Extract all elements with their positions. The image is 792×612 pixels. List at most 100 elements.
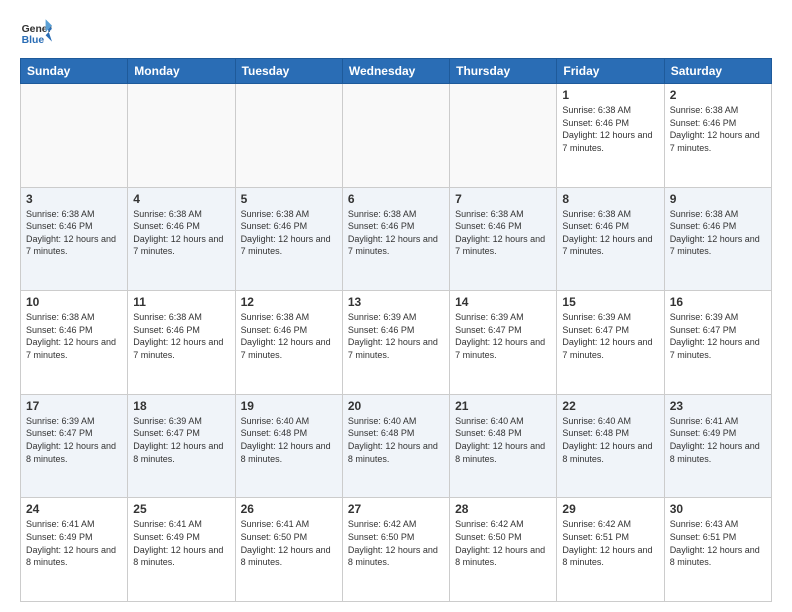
logo: General Blue [20, 16, 56, 48]
day-number: 23 [670, 399, 766, 413]
day-number: 29 [562, 502, 658, 516]
calendar-cell: 3 Sunrise: 6:38 AM Sunset: 6:46 PM Daylig… [21, 187, 128, 291]
day-number: 19 [241, 399, 337, 413]
day-number: 15 [562, 295, 658, 309]
calendar-header-tuesday: Tuesday [235, 59, 342, 84]
day-number: 8 [562, 192, 658, 206]
day-info: Sunrise: 6:38 AM Sunset: 6:46 PM Dayligh… [455, 208, 551, 258]
day-number: 20 [348, 399, 444, 413]
day-number: 17 [26, 399, 122, 413]
calendar-header-sunday: Sunday [21, 59, 128, 84]
calendar-week-4: 17 Sunrise: 6:39 AM Sunset: 6:47 PM Dayli… [21, 394, 772, 498]
calendar-cell: 30 Sunrise: 6:43 AM Sunset: 6:51 PM Dayli… [664, 498, 771, 602]
calendar-cell: 20 Sunrise: 6:40 AM Sunset: 6:48 PM Dayli… [342, 394, 449, 498]
day-info: Sunrise: 6:38 AM Sunset: 6:46 PM Dayligh… [670, 104, 766, 154]
day-info: Sunrise: 6:41 AM Sunset: 6:49 PM Dayligh… [26, 518, 122, 568]
day-info: Sunrise: 6:38 AM Sunset: 6:46 PM Dayligh… [348, 208, 444, 258]
header: General Blue [20, 16, 772, 48]
calendar-cell: 9 Sunrise: 6:38 AM Sunset: 6:46 PM Daylig… [664, 187, 771, 291]
day-number: 27 [348, 502, 444, 516]
day-number: 3 [26, 192, 122, 206]
day-number: 21 [455, 399, 551, 413]
day-info: Sunrise: 6:40 AM Sunset: 6:48 PM Dayligh… [455, 415, 551, 465]
day-info: Sunrise: 6:38 AM Sunset: 6:46 PM Dayligh… [670, 208, 766, 258]
calendar-cell: 8 Sunrise: 6:38 AM Sunset: 6:46 PM Daylig… [557, 187, 664, 291]
day-info: Sunrise: 6:39 AM Sunset: 6:47 PM Dayligh… [455, 311, 551, 361]
day-number: 26 [241, 502, 337, 516]
day-info: Sunrise: 6:38 AM Sunset: 6:46 PM Dayligh… [562, 208, 658, 258]
day-info: Sunrise: 6:40 AM Sunset: 6:48 PM Dayligh… [348, 415, 444, 465]
page: General Blue SundayMondayTuesdayWednesda… [0, 0, 792, 612]
calendar-cell: 26 Sunrise: 6:41 AM Sunset: 6:50 PM Dayli… [235, 498, 342, 602]
day-info: Sunrise: 6:39 AM Sunset: 6:47 PM Dayligh… [26, 415, 122, 465]
calendar-cell: 16Sunrise: 6:39 AM Sunset: 6:47 PM Dayli… [664, 291, 771, 395]
calendar-cell: 29 Sunrise: 6:42 AM Sunset: 6:51 PM Dayli… [557, 498, 664, 602]
day-info: Sunrise: 6:42 AM Sunset: 6:51 PM Dayligh… [562, 518, 658, 568]
calendar-cell [21, 84, 128, 188]
calendar-cell [450, 84, 557, 188]
day-info: Sunrise: 6:39 AM Sunset: 6:47 PM Dayligh… [562, 311, 658, 361]
day-number: 30 [670, 502, 766, 516]
day-info: Sunrise: 6:41 AM Sunset: 6:50 PM Dayligh… [241, 518, 337, 568]
calendar-cell: 7Sunrise: 6:38 AM Sunset: 6:46 PM Daylig… [450, 187, 557, 291]
day-number: 24 [26, 502, 122, 516]
logo-icon: General Blue [20, 16, 52, 48]
calendar-cell: 27 Sunrise: 6:42 AM Sunset: 6:50 PM Dayli… [342, 498, 449, 602]
calendar-header-saturday: Saturday [664, 59, 771, 84]
calendar-header-row: SundayMondayTuesdayWednesdayThursdayFrid… [21, 59, 772, 84]
day-number: 16 [670, 295, 766, 309]
calendar-cell: 19 Sunrise: 6:40 AM Sunset: 6:48 PM Dayli… [235, 394, 342, 498]
day-number: 4 [133, 192, 229, 206]
calendar-cell: 15 Sunrise: 6:39 AM Sunset: 6:47 PM Dayli… [557, 291, 664, 395]
calendar-header-wednesday: Wednesday [342, 59, 449, 84]
calendar-cell: 12 Sunrise: 6:38 AM Sunset: 6:46 PM Dayli… [235, 291, 342, 395]
calendar-cell: 1 Sunrise: 6:38 AM Sunset: 6:46 PM Daylig… [557, 84, 664, 188]
day-number: 1 [562, 88, 658, 102]
day-number: 2 [670, 88, 766, 102]
day-info: Sunrise: 6:41 AM Sunset: 6:49 PM Dayligh… [133, 518, 229, 568]
calendar-cell: 13Sunrise: 6:39 AM Sunset: 6:46 PM Dayli… [342, 291, 449, 395]
calendar-header-friday: Friday [557, 59, 664, 84]
day-number: 28 [455, 502, 551, 516]
calendar-cell [128, 84, 235, 188]
day-number: 13 [348, 295, 444, 309]
calendar-cell: 11Sunrise: 6:38 AM Sunset: 6:46 PM Dayli… [128, 291, 235, 395]
day-number: 5 [241, 192, 337, 206]
day-info: Sunrise: 6:38 AM Sunset: 6:46 PM Dayligh… [562, 104, 658, 154]
day-number: 11 [133, 295, 229, 309]
day-number: 14 [455, 295, 551, 309]
calendar-header-monday: Monday [128, 59, 235, 84]
calendar-cell: 22 Sunrise: 6:40 AM Sunset: 6:48 PM Dayli… [557, 394, 664, 498]
calendar-cell: 10Sunrise: 6:38 AM Sunset: 6:46 PM Dayli… [21, 291, 128, 395]
calendar-cell: 4Sunrise: 6:38 AM Sunset: 6:46 PM Daylig… [128, 187, 235, 291]
calendar-cell [342, 84, 449, 188]
calendar-cell: 2 Sunrise: 6:38 AM Sunset: 6:46 PM Daylig… [664, 84, 771, 188]
day-info: Sunrise: 6:41 AM Sunset: 6:49 PM Dayligh… [670, 415, 766, 465]
day-info: Sunrise: 6:38 AM Sunset: 6:46 PM Dayligh… [26, 208, 122, 258]
day-info: Sunrise: 6:40 AM Sunset: 6:48 PM Dayligh… [562, 415, 658, 465]
day-number: 9 [670, 192, 766, 206]
day-number: 22 [562, 399, 658, 413]
day-number: 12 [241, 295, 337, 309]
calendar-table: SundayMondayTuesdayWednesdayThursdayFrid… [20, 58, 772, 602]
day-number: 25 [133, 502, 229, 516]
calendar-cell: 25 Sunrise: 6:41 AM Sunset: 6:49 PM Dayli… [128, 498, 235, 602]
calendar-cell: 5 Sunrise: 6:38 AM Sunset: 6:46 PM Daylig… [235, 187, 342, 291]
day-number: 10 [26, 295, 122, 309]
calendar-header-thursday: Thursday [450, 59, 557, 84]
day-info: Sunrise: 6:38 AM Sunset: 6:46 PM Dayligh… [241, 208, 337, 258]
calendar-cell: 6 Sunrise: 6:38 AM Sunset: 6:46 PM Daylig… [342, 187, 449, 291]
day-number: 6 [348, 192, 444, 206]
calendar-week-1: 1 Sunrise: 6:38 AM Sunset: 6:46 PM Daylig… [21, 84, 772, 188]
calendar-week-2: 3 Sunrise: 6:38 AM Sunset: 6:46 PM Daylig… [21, 187, 772, 291]
day-info: Sunrise: 6:43 AM Sunset: 6:51 PM Dayligh… [670, 518, 766, 568]
calendar-week-3: 10 Sunrise: 6:38 AM Sunset: 6:46 PM Dayli… [21, 291, 772, 395]
day-info: Sunrise: 6:38 AM Sunset: 6:46 PM Dayligh… [241, 311, 337, 361]
calendar-cell: 23 Sunrise: 6:41 AM Sunset: 6:49 PM Dayli… [664, 394, 771, 498]
day-info: Sunrise: 6:39 AM Sunset: 6:47 PM Dayligh… [133, 415, 229, 465]
calendar-cell: 28Sunrise: 6:42 AM Sunset: 6:50 PM Dayli… [450, 498, 557, 602]
calendar-cell: 14 Sunrise: 6:39 AM Sunset: 6:47 PM Dayli… [450, 291, 557, 395]
day-info: Sunrise: 6:40 AM Sunset: 6:48 PM Dayligh… [241, 415, 337, 465]
calendar-cell: 21 Sunrise: 6:40 AM Sunset: 6:48 PM Dayli… [450, 394, 557, 498]
day-info: Sunrise: 6:42 AM Sunset: 6:50 PM Dayligh… [348, 518, 444, 568]
